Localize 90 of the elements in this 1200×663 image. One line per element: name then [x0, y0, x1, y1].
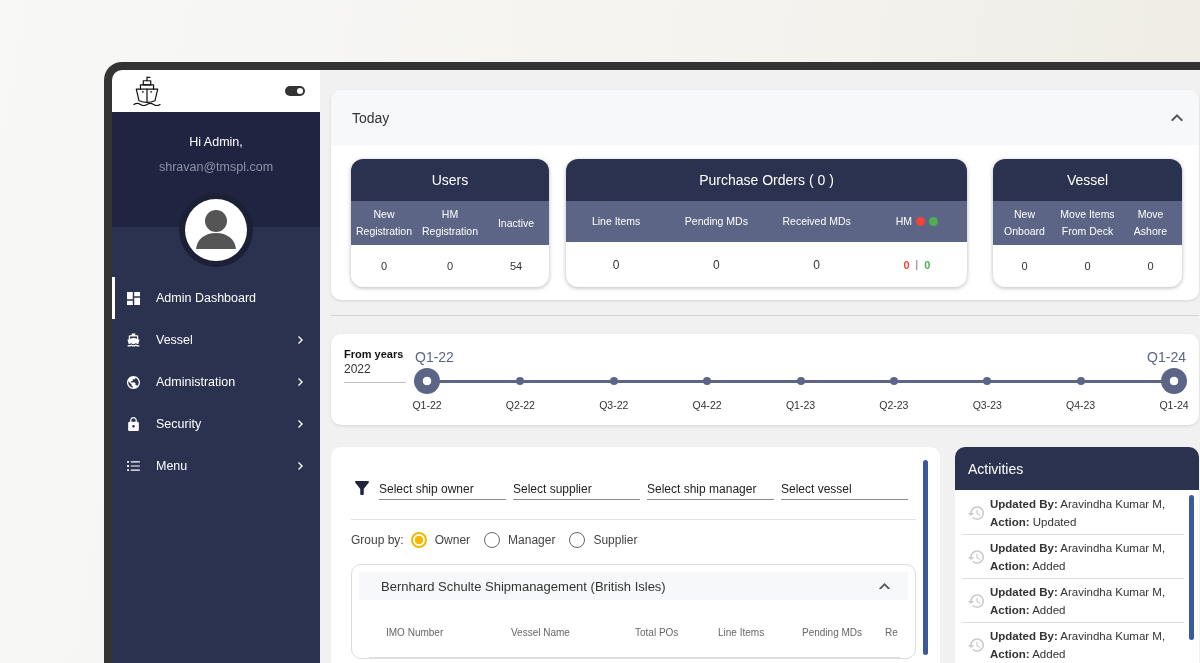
accordion-header[interactable]: Bernhard Schulte Shipmanagement (British Isles) — [359, 572, 908, 600]
tick-label: Q1-23 — [785, 399, 816, 411]
select-field[interactable]: Select supplier — [513, 476, 640, 500]
year-select[interactable]: 2022 — [344, 361, 406, 383]
tick-label: Q4-22 — [692, 399, 722, 411]
scrollbar-thumb[interactable] — [1189, 495, 1194, 640]
stat-value: 54 — [509, 260, 523, 272]
column-label: HM — [895, 214, 913, 229]
tick-label: Q1-24 — [1159, 399, 1189, 411]
activity-detail: Updated By: Aravindha Kumar M, — [990, 629, 1166, 644]
value-separator: | — [915, 259, 919, 270]
filter-icon[interactable] — [355, 481, 369, 495]
panel-title: Today — [352, 109, 390, 126]
column-header: Pending MDs — [802, 626, 864, 640]
column-header: Vessel Name — [511, 626, 571, 640]
tick-label: Q3-22 — [599, 399, 629, 411]
stat-value: 0 — [1021, 260, 1028, 272]
column-label: HM Registration — [421, 207, 479, 239]
column-header: IMO Number — [386, 626, 445, 640]
field-label: From years — [344, 347, 405, 361]
activity-detail: Action: Added — [990, 559, 1067, 574]
activity-detail: Action: Added — [990, 647, 1067, 662]
stat-value: 0 — [813, 257, 820, 272]
tick-label: Q4-23 — [1066, 399, 1096, 411]
card-header: Vessel — [993, 159, 1182, 201]
sidebar-item[interactable]: Vessel — [112, 319, 320, 361]
select-field[interactable]: Select vessel — [781, 476, 908, 500]
column-label: Received MDs — [782, 214, 851, 229]
activity-detail: Action: Added — [990, 603, 1067, 618]
slider-value: Q1-22 — [415, 349, 454, 365]
user-email: shravan@tmspl.com — [158, 159, 274, 176]
panel-header: Activities — [955, 447, 1199, 490]
column-label: Pending MDs — [684, 214, 748, 229]
card-header: Purchase Orders ( 0 ) — [566, 159, 967, 201]
stat-value: 0 — [713, 257, 720, 272]
column-label: Move Ashore — [1132, 207, 1169, 239]
column-header: Re — [885, 626, 898, 640]
sidebar-item[interactable]: Security — [112, 403, 320, 445]
tick-label: Q2-23 — [879, 399, 909, 411]
column-header: Line Items — [718, 626, 766, 640]
history-icon — [968, 550, 984, 564]
column-label: New Onboard — [1003, 207, 1046, 239]
radio-label[interactable]: Manager — [508, 533, 556, 547]
radio-button[interactable] — [410, 532, 427, 548]
column-header: Total POs — [635, 626, 680, 640]
stat-value: 0 — [380, 260, 388, 272]
greeting-text: Hi Admin, — [189, 134, 243, 151]
select-field[interactable]: Select ship owner — [379, 476, 506, 500]
stat-value: 0 — [903, 258, 910, 271]
tick-label: Q1-22 — [412, 399, 442, 411]
toggle-switch[interactable] — [285, 86, 305, 96]
ship-icon — [127, 333, 140, 347]
column-label: Move Items From Deck — [1059, 207, 1116, 239]
activity-detail: Updated By: Aravindha Kumar M, — [990, 541, 1166, 556]
stat-value: 0 — [612, 257, 620, 272]
sidebar-item[interactable]: Menu — [112, 445, 320, 487]
column-label: Line Items — [591, 214, 641, 229]
activity-detail: Action: Updated — [990, 515, 1078, 530]
history-icon — [968, 638, 984, 652]
slider-handle[interactable] — [414, 368, 440, 394]
history-icon — [968, 506, 984, 520]
column-label: New Registration — [355, 207, 413, 239]
radio-label[interactable]: Owner — [434, 533, 471, 547]
group-by-label: Group by: — [351, 533, 404, 547]
stat-value: 0 — [1084, 260, 1091, 272]
scrollbar-thumb[interactable] — [923, 460, 928, 655]
lock-icon — [128, 417, 139, 431]
sidebar-item[interactable]: Admin Dashboard — [112, 277, 320, 319]
stat-value: 0 — [924, 258, 931, 271]
tick-label: Q3-23 — [972, 399, 1002, 411]
list-icon — [127, 461, 140, 471]
globe-icon — [127, 375, 140, 389]
activity-detail: Updated By: Aravindha Kumar M, — [990, 497, 1166, 512]
stat-value: 0 — [446, 260, 454, 272]
select-field[interactable]: Select ship manager — [647, 476, 774, 500]
dashboard-icon — [127, 291, 140, 305]
chevron-up-icon[interactable] — [1171, 113, 1183, 122]
slider-value: Q1-24 — [1147, 349, 1186, 365]
ship-logo — [133, 76, 161, 106]
history-icon — [968, 594, 984, 608]
tick-label: Q2-22 — [505, 399, 535, 411]
activity-detail: Updated By: Aravindha Kumar M, — [990, 585, 1166, 600]
avatar-icon — [179, 193, 253, 267]
stat-value: 0 — [1147, 260, 1154, 272]
sidebar-item[interactable]: Administration — [112, 361, 320, 403]
slider-handle[interactable] — [1161, 368, 1187, 394]
chevron-up-icon[interactable] — [879, 582, 890, 590]
card-header: Users — [351, 159, 549, 201]
radio-label[interactable]: Supplier — [593, 533, 638, 547]
column-label: Inactive — [497, 215, 535, 231]
